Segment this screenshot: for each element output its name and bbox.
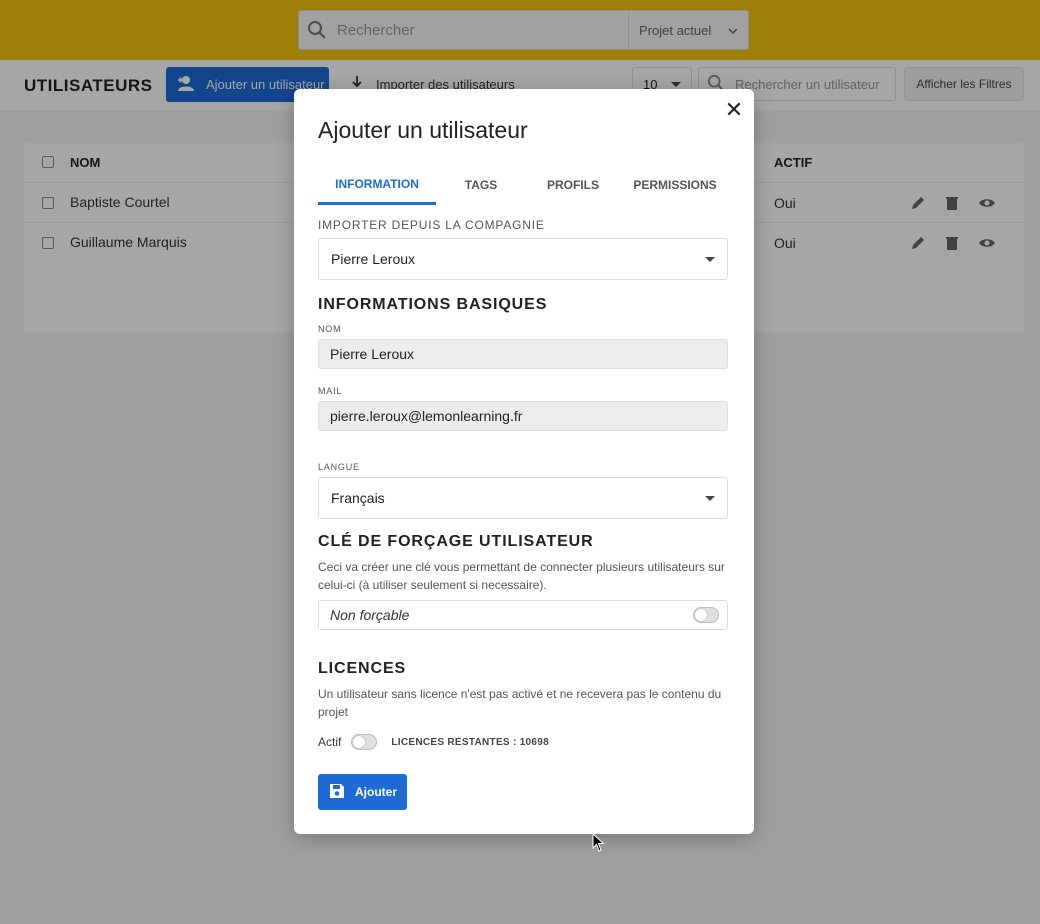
licences-remaining: LICENCES RESTANTES : 10698 — [391, 736, 549, 748]
mail-label: MAIL — [318, 386, 343, 396]
toggle-knob — [695, 609, 707, 621]
mail-field[interactable]: pierre.leroux@lemonlearning.fr — [318, 401, 728, 431]
name-field[interactable]: Pierre Leroux — [318, 339, 728, 369]
language-value: Français — [331, 490, 385, 506]
force-key-toggle-label: Non forçable — [330, 607, 410, 623]
licences-heading: LICENCES — [318, 660, 407, 677]
basic-info-heading: INFORMATIONS BASIQUES — [318, 296, 548, 313]
toggle-knob — [353, 736, 366, 748]
save-icon — [329, 783, 345, 802]
import-company-label: IMPORTER DEPUIS LA COMPAGNIE — [318, 218, 545, 232]
import-company-select[interactable]: Pierre Leroux — [318, 238, 728, 280]
force-key-description: Ceci va créer une clé vous permettant de… — [318, 560, 725, 592]
tab-profils[interactable]: PROFILS — [526, 165, 620, 205]
name-label: NOM — [318, 324, 342, 334]
tab-information[interactable]: INFORMATION — [318, 165, 436, 205]
force-key-field: Non forçable — [318, 600, 728, 630]
active-toggle[interactable] — [351, 734, 378, 750]
caret-down-icon — [705, 495, 715, 501]
add-user-modal: Ajouter un utilisateur ✕ INFORMATION TAG… — [294, 89, 754, 834]
submit-add-label: Ajouter — [355, 785, 397, 799]
import-company-value: Pierre Leroux — [331, 251, 416, 267]
submit-add-button[interactable]: Ajouter — [318, 774, 407, 810]
language-label: LANGUE — [318, 462, 360, 472]
modal-tabs: INFORMATION TAGS PROFILS PERMISSIONS — [318, 165, 730, 205]
mouse-cursor-icon — [592, 832, 606, 858]
language-select[interactable]: Français — [318, 477, 728, 519]
force-key-heading: CLÉ DE FORÇAGE UTILISATEUR — [318, 533, 594, 550]
caret-down-icon — [705, 256, 715, 262]
modal-title: Ajouter un utilisateur — [318, 117, 528, 143]
tab-tags[interactable]: TAGS — [436, 165, 526, 205]
close-icon[interactable]: ✕ — [724, 99, 744, 121]
force-key-toggle[interactable] — [693, 607, 719, 623]
active-label: Actif — [318, 735, 342, 749]
tab-permissions[interactable]: PERMISSIONS — [620, 165, 730, 205]
licence-row: Actif LICENCES RESTANTES : 10698 — [318, 734, 549, 750]
licences-description: Un utilisateur sans licence n'est pas ac… — [318, 687, 722, 719]
